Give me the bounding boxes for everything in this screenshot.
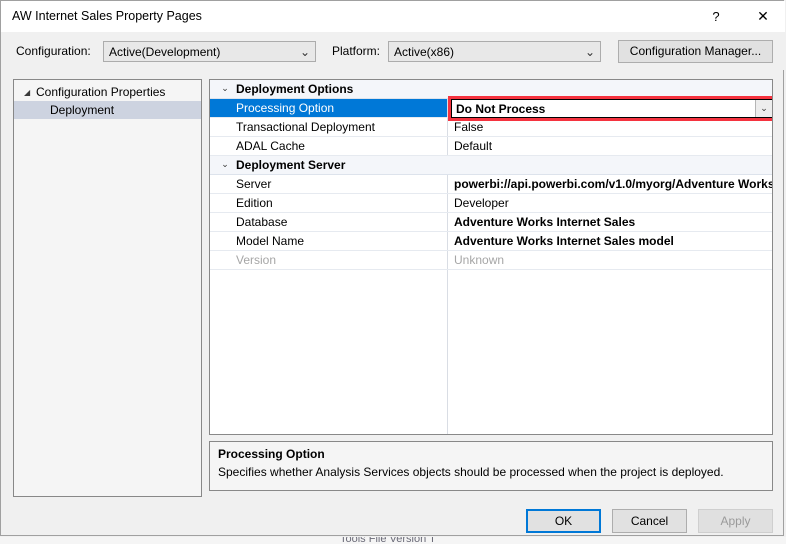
property-value[interactable]: Default (454, 137, 772, 155)
background-ghost-text: Tools File Version T (340, 537, 436, 544)
ok-button[interactable]: OK (526, 509, 601, 533)
property-name: Edition (236, 196, 273, 210)
property-name: Server (236, 177, 272, 191)
expander-triangle-icon[interactable]: ◢ (24, 84, 36, 102)
property-value[interactable]: Adventure Works Internet Sales (454, 213, 772, 231)
platform-label: Platform: (332, 44, 381, 58)
chevron-down-icon[interactable]: ⌄ (755, 100, 772, 117)
chevron-down-icon[interactable]: ⌄ (218, 80, 232, 98)
configuration-dropdown[interactable]: Active(Development) ⌄ (103, 41, 316, 62)
configuration-tree: ◢ Configuration Properties Deployment (13, 79, 202, 497)
property-row[interactable]: Server powerbi://api.powerbi.com/v1.0/myo… (210, 175, 772, 194)
processing-option-value: Do Not Process (456, 102, 546, 116)
property-value[interactable]: Adventure Works Internet Sales model (454, 232, 772, 250)
property-value[interactable]: Unknown (454, 251, 772, 269)
configuration-manager-button[interactable]: Configuration Manager... (618, 40, 773, 63)
property-name: ADAL Cache (236, 139, 305, 153)
property-name: Deployment Server (236, 158, 346, 172)
apply-button: Apply (698, 509, 773, 533)
configuration-toolbar: Configuration: Active(Development) ⌄ Pla… (1, 32, 785, 70)
tree-item-deployment[interactable]: Deployment (14, 101, 201, 119)
property-row[interactable]: Database Adventure Works Internet Sales (210, 213, 772, 232)
tree-item-configuration-properties[interactable]: ◢ Configuration Properties (14, 83, 201, 101)
help-icon[interactable]: ? (694, 1, 738, 31)
property-name: Model Name (236, 234, 305, 248)
property-value[interactable]: False (454, 118, 772, 136)
processing-option-editor[interactable]: Do Not Process ⌄ (451, 99, 772, 118)
property-category-row[interactable]: ⌄ Deployment Options (210, 80, 772, 99)
tree-root-label: Configuration Properties (36, 85, 166, 99)
close-icon[interactable]: ✕ (741, 1, 785, 31)
description-body: Specifies whether Analysis Services obje… (218, 465, 724, 479)
platform-value: Active(x86) (394, 45, 455, 59)
property-name: Deployment Options (236, 82, 354, 96)
property-category-row[interactable]: ⌄ Deployment Server (210, 156, 772, 175)
property-name: Database (236, 215, 288, 229)
property-row[interactable]: Processing Option Do Not Process ⌄ (210, 99, 772, 118)
configuration-label: Configuration: (16, 44, 91, 58)
title-bar: AW Internet Sales Property Pages ? ✕ (1, 1, 785, 32)
description-title: Processing Option (218, 447, 325, 461)
property-row[interactable]: Model Name Adventure Works Internet Sales… (210, 232, 772, 251)
configuration-value: Active(Development) (109, 45, 221, 59)
property-row[interactable]: Version Unknown (210, 251, 772, 270)
property-name: Transactional Deployment (236, 120, 375, 134)
description-panel: Processing Option Specifies whether Anal… (209, 441, 773, 491)
property-grid: ⌄ Deployment Options Processing Option Do N… (209, 79, 773, 435)
property-row[interactable]: Edition Developer (210, 194, 772, 213)
cancel-button[interactable]: Cancel (612, 509, 687, 533)
property-name: Version (236, 253, 277, 267)
platform-dropdown[interactable]: Active(x86) ⌄ (388, 41, 601, 62)
property-name: Processing Option (236, 101, 335, 115)
window-title: AW Internet Sales Property Pages (12, 9, 202, 23)
property-value[interactable]: Developer (454, 194, 772, 212)
tree-child-label: Deployment (50, 103, 115, 117)
property-pages-dialog: AW Internet Sales Property Pages ? ✕ Con… (0, 0, 785, 536)
background-app-strip: Tools File Version T (0, 537, 786, 544)
property-row[interactable]: Transactional Deployment False (210, 118, 772, 137)
chevron-down-icon: ⌄ (299, 44, 310, 59)
property-row[interactable]: ADAL Cache Default (210, 137, 772, 156)
chevron-down-icon[interactable]: ⌄ (218, 156, 232, 174)
property-value[interactable]: powerbi://api.powerbi.com/v1.0/myorg/Adv… (454, 175, 772, 193)
chevron-down-icon: ⌄ (584, 44, 595, 59)
